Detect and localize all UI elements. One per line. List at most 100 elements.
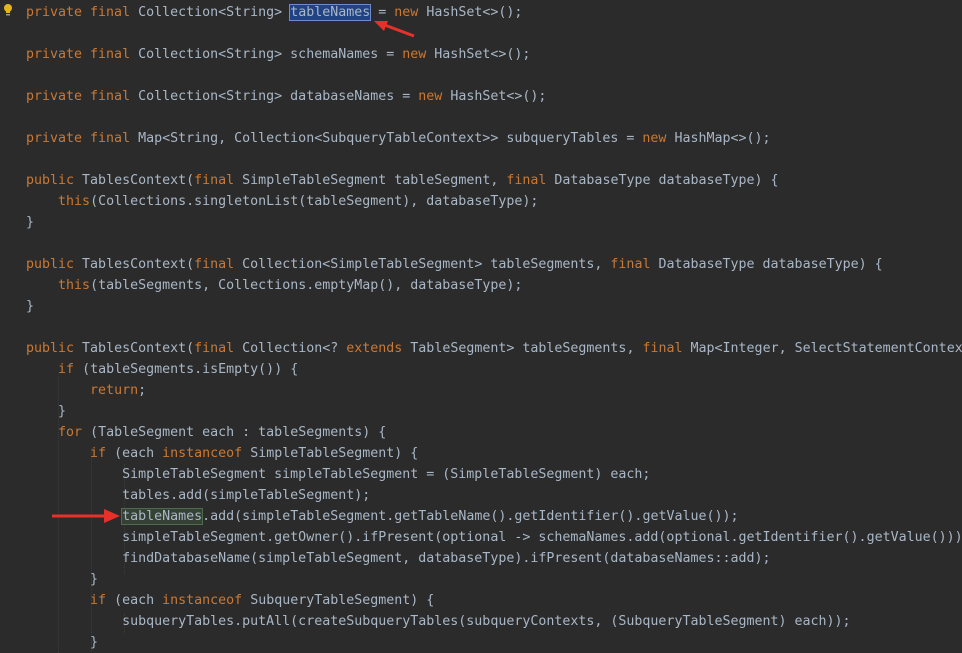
code-token: (tableSegments.isEmpty()) { bbox=[82, 362, 299, 377]
code-token: SimpleTableSegment) { bbox=[250, 446, 419, 461]
code-token: SubqueryTableSegment) { bbox=[250, 593, 435, 608]
code-line[interactable]: } bbox=[26, 632, 98, 653]
code-line[interactable]: this(tableSegments, Collections.emptyMap… bbox=[26, 275, 522, 296]
code-line[interactable]: subqueryTables.putAll(createSubqueryTabl… bbox=[26, 611, 851, 632]
code-line[interactable]: } bbox=[26, 296, 34, 317]
code-token: Collection<String> bbox=[138, 5, 291, 20]
code-token: SimpleTableSegment simpleTableSegment = … bbox=[26, 467, 651, 482]
code-token: Collection<String> schemaNames = bbox=[138, 47, 403, 62]
code-line[interactable]: private final Map<String, Collection<Sub… bbox=[26, 128, 771, 149]
keyword-token: private final bbox=[26, 47, 139, 62]
code-editor[interactable]: private final Collection<String> tableNa… bbox=[0, 0, 962, 653]
code-line[interactable]: return; bbox=[26, 380, 146, 401]
red-arrow-annotation bbox=[374, 21, 415, 38]
code-line[interactable]: this(Collections.singletonList(tableSegm… bbox=[26, 191, 538, 212]
code-token: SimpleTableSegment tableSegment, bbox=[242, 173, 507, 188]
keyword-token: if bbox=[90, 446, 115, 461]
code-token: } bbox=[26, 572, 99, 587]
code-token: HashSet<>(); bbox=[434, 47, 531, 62]
keyword-token: instanceof bbox=[162, 446, 251, 461]
code-line[interactable]: findDatabaseName(simpleTableSegment, dat… bbox=[26, 548, 771, 569]
code-line[interactable]: public TablesContext(final SimpleTableSe… bbox=[26, 170, 779, 191]
code-line[interactable]: tables.add(simpleTableSegment); bbox=[26, 485, 370, 506]
keyword-token: public bbox=[26, 341, 83, 356]
keyword-token: this bbox=[58, 194, 91, 209]
keyword-token: private final bbox=[26, 131, 139, 146]
code-line[interactable]: } bbox=[26, 569, 98, 590]
code-line[interactable]: if (each instanceof SimpleTableSegment) … bbox=[26, 443, 418, 464]
keyword-token: new bbox=[418, 89, 451, 104]
keyword-token: final bbox=[194, 173, 243, 188]
code-line[interactable]: private final Collection<String> schemaN… bbox=[26, 44, 530, 65]
keyword-token: private final bbox=[26, 5, 139, 20]
code-token: } bbox=[26, 215, 35, 230]
keyword-token: final bbox=[610, 257, 659, 272]
code-token: tables.add(simpleTableSegment); bbox=[26, 488, 371, 503]
keyword-token: extends bbox=[346, 341, 411, 356]
code-token: } bbox=[26, 299, 35, 314]
keyword-token: if bbox=[90, 593, 115, 608]
code-token: simpleTableSegment.getOwner().ifPresent(… bbox=[26, 530, 962, 545]
code-line[interactable]: } bbox=[26, 401, 66, 422]
code-line[interactable]: } bbox=[26, 212, 34, 233]
code-token: Collection<? bbox=[242, 341, 347, 356]
code-token: TablesContext( bbox=[82, 257, 195, 272]
code-token: .add(simpleTableSegment.getTableName().g… bbox=[202, 509, 739, 524]
write-usage-highlight: tableNames bbox=[121, 508, 204, 525]
code-line[interactable]: for (TableSegment each : tableSegments) … bbox=[26, 422, 386, 443]
code-token: findDatabaseName(simpleTableSegment, dat… bbox=[26, 551, 771, 566]
keyword-token: final bbox=[506, 173, 555, 188]
keyword-token: new bbox=[642, 131, 675, 146]
code-token: DatabaseType databaseType) { bbox=[658, 257, 883, 272]
keyword-token: final bbox=[194, 341, 243, 356]
code-token: } bbox=[26, 635, 99, 650]
code-token: HashMap<>(); bbox=[674, 131, 771, 146]
code-token: (Collections.singletonList(tableSegment)… bbox=[90, 194, 539, 209]
code-token: subqueryTables.putAll(createSubqueryTabl… bbox=[26, 614, 851, 629]
red-arrow-annotation bbox=[52, 509, 120, 523]
keyword-token: private final bbox=[26, 89, 139, 104]
code-line[interactable]: private final Collection<String> databas… bbox=[26, 86, 546, 107]
selected-identifier: tableNames bbox=[289, 4, 372, 21]
code-token: HashSet<>(); bbox=[426, 5, 523, 20]
code-token: Collection<SimpleTableSegment> tableSegm… bbox=[242, 257, 611, 272]
code-token: ; bbox=[138, 383, 147, 398]
code-line[interactable]: SimpleTableSegment simpleTableSegment = … bbox=[26, 464, 650, 485]
keyword-token: instanceof bbox=[162, 593, 251, 608]
code-token: TablesContext( bbox=[82, 173, 195, 188]
code-token: (each bbox=[114, 446, 163, 461]
code-line[interactable]: public TablesContext(final Collection<? … bbox=[26, 338, 962, 359]
code-token: } bbox=[26, 404, 67, 419]
keyword-token: new bbox=[402, 47, 435, 62]
code-token: DatabaseType databaseType) { bbox=[554, 173, 779, 188]
code-line[interactable]: private final Collection<String> tableNa… bbox=[26, 2, 522, 23]
keyword-token: final bbox=[642, 341, 691, 356]
code-token: HashSet<>(); bbox=[450, 89, 547, 104]
code-line[interactable]: if (each instanceof SubqueryTableSegment… bbox=[26, 590, 434, 611]
intention-bulb-icon[interactable] bbox=[3, 3, 13, 17]
code-line[interactable]: if (tableSegments.isEmpty()) { bbox=[26, 359, 298, 380]
keyword-token: public bbox=[26, 173, 83, 188]
code-token: (tableSegments, Collections.emptyMap(), … bbox=[90, 278, 523, 293]
code-line[interactable]: simpleTableSegment.getOwner().ifPresent(… bbox=[26, 527, 962, 548]
code-token: TableSegment> tableSegments, bbox=[410, 341, 643, 356]
keyword-token: return bbox=[90, 383, 139, 398]
code-token: (TableSegment each : tableSegments) { bbox=[90, 425, 387, 440]
keyword-token: public bbox=[26, 257, 83, 272]
code-line[interactable]: tableNames.add(simpleTableSegment.getTab… bbox=[26, 506, 739, 527]
code-line[interactable]: public TablesContext(final Collection<Si… bbox=[26, 254, 883, 275]
code-token: Map<Integer, SelectStatementContex bbox=[690, 341, 962, 356]
code-token: TablesContext( bbox=[82, 341, 195, 356]
keyword-token: this bbox=[58, 278, 91, 293]
keyword-token: if bbox=[58, 362, 83, 377]
keyword-token: final bbox=[194, 257, 243, 272]
code-token: Collection<String> databaseNames = bbox=[138, 89, 419, 104]
code-token: (each bbox=[114, 593, 163, 608]
